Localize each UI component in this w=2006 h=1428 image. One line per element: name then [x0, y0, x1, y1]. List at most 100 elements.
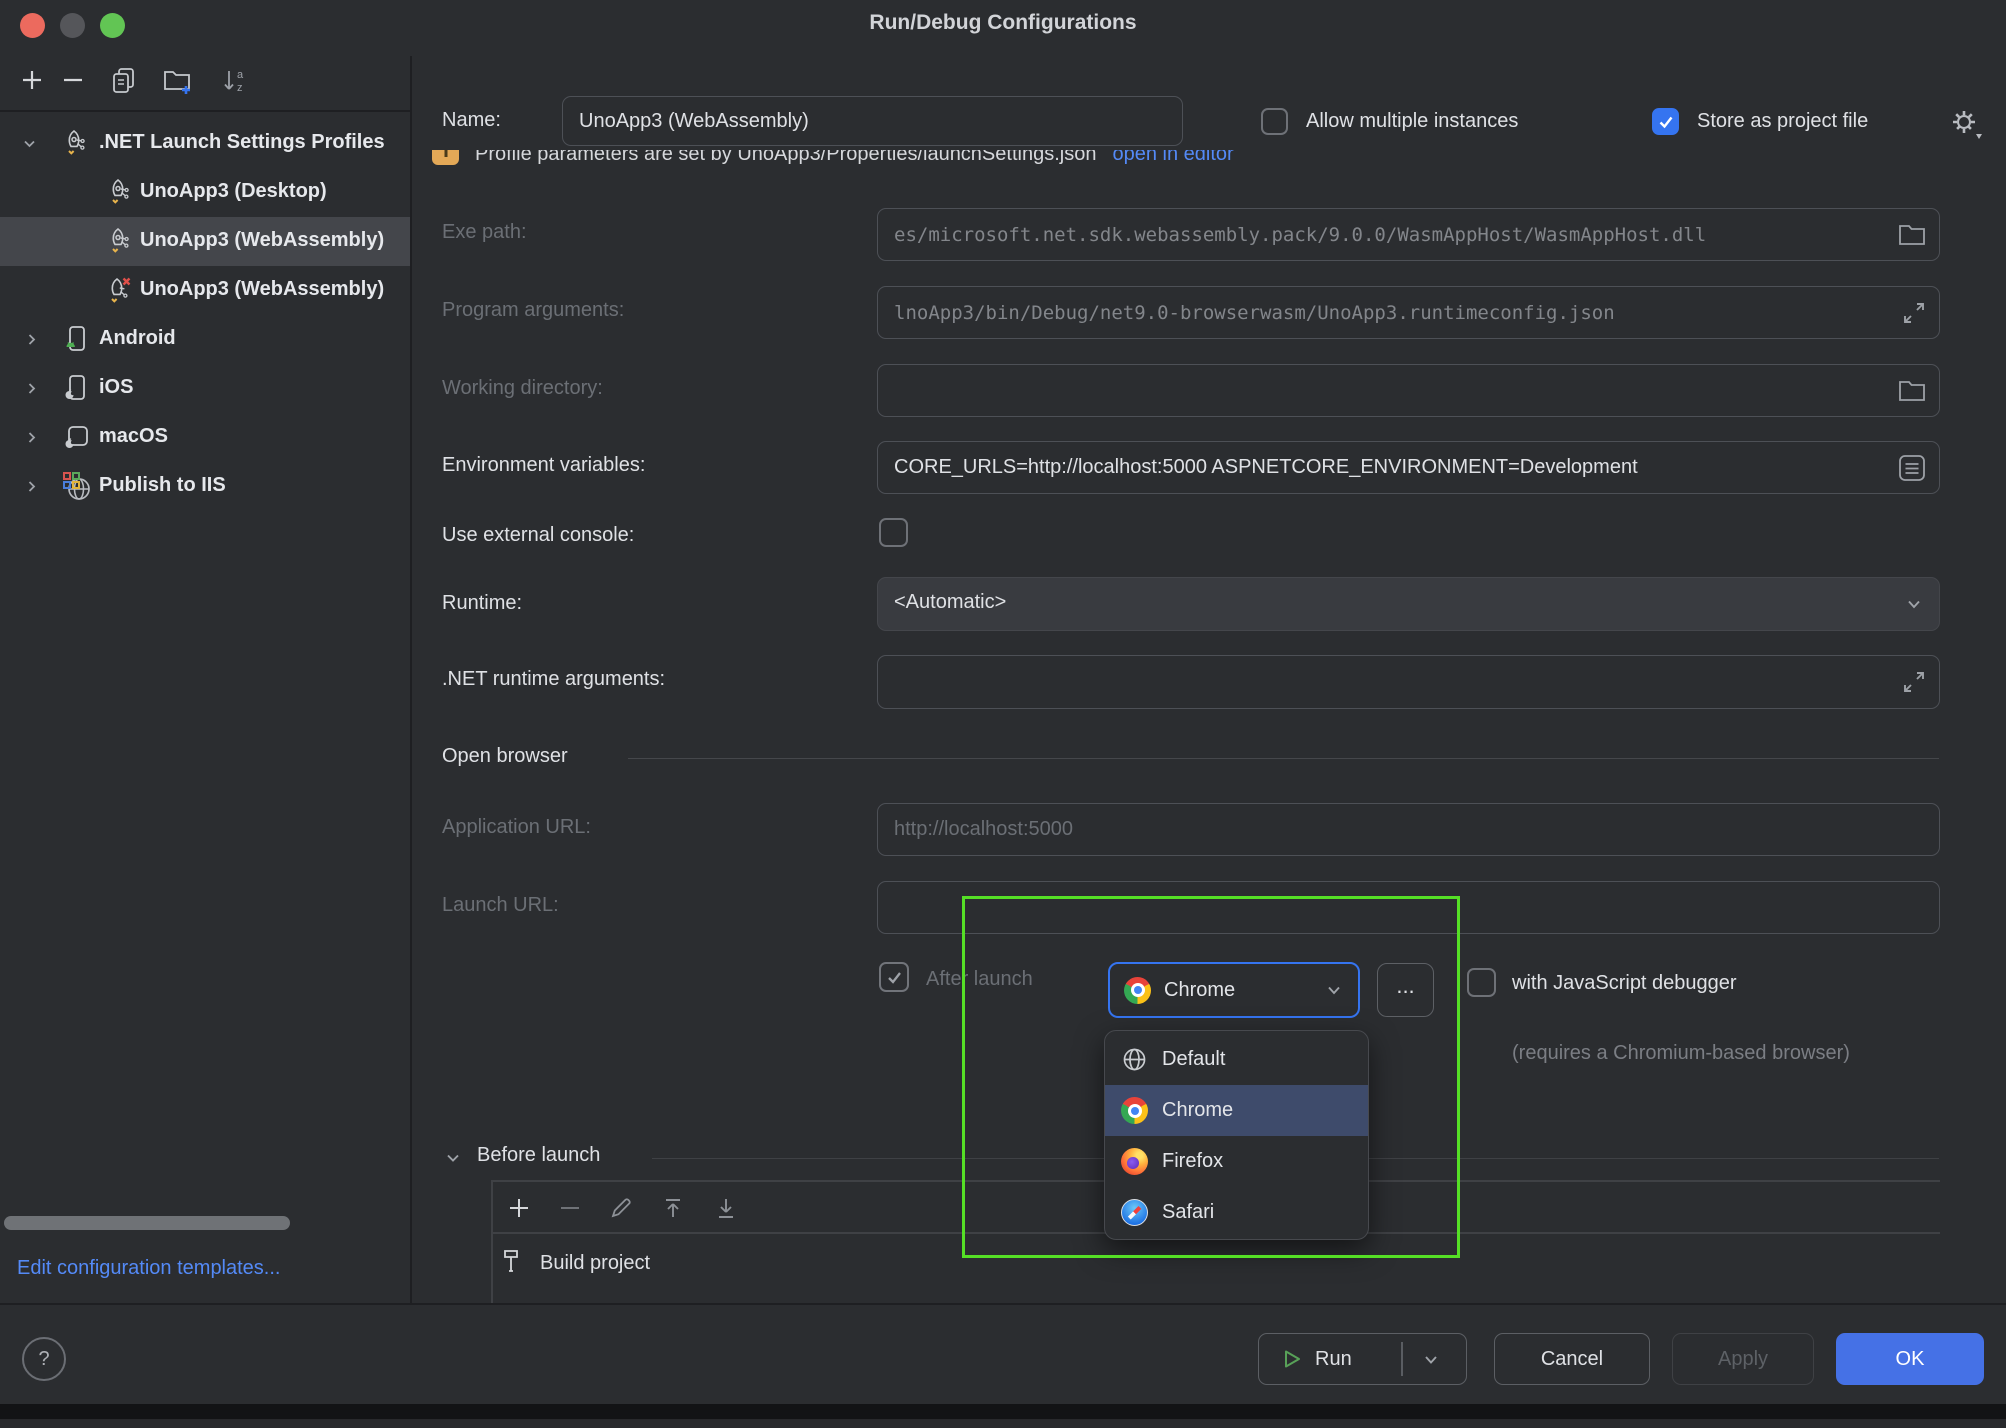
- browser-option-firefox[interactable]: Firefox: [1105, 1136, 1368, 1187]
- tree-item-macos[interactable]: macOS: [0, 413, 410, 462]
- exe-path-input[interactable]: [878, 209, 1939, 260]
- chevron-down-icon: [1325, 981, 1343, 999]
- help-question-icon: ?: [38, 1348, 49, 1371]
- browser-select-value: Chrome: [1164, 979, 1235, 1002]
- before-launch-edit-icon[interactable]: [607, 1194, 635, 1222]
- js-debugger-label: with JavaScript debugger: [1512, 972, 1737, 995]
- tree-item-label: .NET Launch Settings Profiles: [99, 131, 385, 154]
- help-button[interactable]: ?: [22, 1337, 66, 1381]
- tree-item-ios[interactable]: iOS: [0, 364, 410, 413]
- store-as-project-file-checkbox[interactable]: [1652, 108, 1679, 135]
- tree-item-android[interactable]: Android: [0, 315, 410, 364]
- folder-icon[interactable]: [1897, 378, 1927, 404]
- program-arguments-input[interactable]: [878, 287, 1939, 338]
- cancel-button[interactable]: Cancel: [1494, 1333, 1650, 1385]
- expand-field-icon[interactable]: [1901, 669, 1927, 695]
- name-input[interactable]: [563, 97, 1182, 145]
- before-launch-add-icon[interactable]: [505, 1194, 533, 1222]
- warning-icon: [432, 150, 459, 165]
- tree-item-label: Android: [99, 327, 176, 350]
- dialog-title: Run/Debug Configurations: [0, 11, 2006, 35]
- tree-item-label: macOS: [99, 425, 168, 448]
- tree-item-unoapp3-desktop[interactable]: UnoApp3 (Desktop): [0, 168, 410, 217]
- open-browser-section-title: Open browser: [442, 745, 568, 768]
- store-settings-gear-icon[interactable]: [1946, 104, 1984, 142]
- before-launch-chevron-icon[interactable]: [445, 1150, 461, 1166]
- chevron-down-icon[interactable]: [22, 136, 37, 151]
- name-field[interactable]: [562, 96, 1183, 146]
- program-arguments-field[interactable]: [877, 286, 1940, 339]
- window-bottom-edge: [0, 1419, 2006, 1428]
- browser-dropdown-menu: Default Chrome Firefox Safari: [1104, 1030, 1369, 1240]
- chrome-icon: [1124, 977, 1151, 1004]
- edit-configuration-templates-link[interactable]: Edit configuration templates...: [17, 1257, 280, 1280]
- run-split-button[interactable]: Run: [1258, 1333, 1467, 1385]
- copy-configuration-icon[interactable]: [108, 64, 140, 96]
- bottom-bar-divider: [0, 1303, 2006, 1305]
- dotnet-runtime-arguments-field[interactable]: [877, 655, 1940, 709]
- open-in-editor-link[interactable]: open in editor: [1112, 150, 1233, 166]
- sidebar-horizontal-scrollbar[interactable]: [4, 1216, 290, 1230]
- window-bottom-shadow: [0, 1404, 2006, 1419]
- remove-configuration-icon[interactable]: [57, 64, 89, 96]
- after-launch-checkbox[interactable]: [879, 962, 909, 992]
- before-launch-move-down-icon[interactable]: [712, 1194, 740, 1222]
- exe-path-field[interactable]: [877, 208, 1940, 261]
- before-launch-remove-icon[interactable]: [556, 1194, 584, 1222]
- folder-icon[interactable]: [1897, 222, 1927, 248]
- environment-variables-input[interactable]: [878, 442, 1939, 493]
- application-url-field[interactable]: [877, 803, 1940, 856]
- before-launch-move-up-icon[interactable]: [659, 1194, 687, 1222]
- rocket-icon: [102, 225, 134, 257]
- expand-field-icon[interactable]: [1901, 300, 1927, 326]
- tree-item-label: UnoApp3 (WebAssembly): [140, 229, 384, 252]
- browser-more-button[interactable]: ...: [1377, 963, 1434, 1017]
- build-project-label: Build project: [540, 1252, 650, 1275]
- chevron-right-icon[interactable]: [24, 430, 39, 445]
- environment-variables-field[interactable]: [877, 441, 1940, 494]
- launch-url-input[interactable]: [878, 882, 1939, 933]
- tree-item-publish-to-iis[interactable]: Publish to IIS: [0, 462, 410, 511]
- runtime-select[interactable]: <Automatic>: [877, 577, 1940, 631]
- build-project-hammer-icon: [497, 1246, 527, 1276]
- browser-option-label: Chrome: [1162, 1099, 1233, 1122]
- globe-icon: [1121, 1046, 1148, 1073]
- browser-option-chrome[interactable]: Chrome: [1105, 1085, 1368, 1136]
- new-folder-icon[interactable]: [160, 64, 192, 96]
- use-external-console-checkbox[interactable]: [879, 518, 908, 547]
- macos-device-icon: [60, 421, 92, 453]
- browser-select[interactable]: Chrome: [1108, 962, 1360, 1018]
- tree-item-label: iOS: [99, 376, 133, 399]
- tree-item-unoapp3-webassembly-invalid[interactable]: UnoApp3 (WebAssembly): [0, 266, 410, 315]
- chevron-right-icon[interactable]: [24, 479, 39, 494]
- add-configuration-icon[interactable]: [16, 64, 48, 96]
- chevron-right-icon[interactable]: [24, 381, 39, 396]
- chevron-down-icon: [1905, 595, 1923, 613]
- tree-item-dotnet-launch-settings[interactable]: .NET Launch Settings Profiles: [0, 119, 410, 168]
- run-options-chevron-icon[interactable]: [1422, 1351, 1440, 1369]
- application-url-input[interactable]: [878, 804, 1939, 855]
- ok-button[interactable]: OK: [1836, 1333, 1984, 1385]
- browser-option-safari[interactable]: Safari: [1105, 1187, 1368, 1238]
- env-variables-list-icon[interactable]: [1897, 453, 1927, 483]
- launch-url-field[interactable]: [877, 881, 1940, 934]
- application-url-label: Application URL:: [442, 816, 591, 839]
- dotnet-runtime-arguments-input[interactable]: [878, 656, 1939, 708]
- chevron-right-icon[interactable]: [24, 332, 39, 347]
- sort-configurations-icon[interactable]: a z: [218, 64, 250, 96]
- profile-warning-banner: Profile parameters are set by UnoApp3/Pr…: [432, 150, 1692, 184]
- exe-path-label: Exe path:: [442, 221, 527, 244]
- js-debugger-checkbox[interactable]: [1467, 968, 1496, 997]
- allow-multiple-instances-checkbox[interactable]: [1261, 108, 1288, 135]
- ok-button-label: OK: [1896, 1348, 1925, 1371]
- working-directory-field[interactable]: [877, 364, 1940, 417]
- open-browser-section-divider: [628, 758, 1939, 759]
- browser-option-default[interactable]: Default: [1105, 1034, 1368, 1085]
- rocket-icon: [102, 176, 134, 208]
- working-directory-input[interactable]: [878, 365, 1939, 416]
- apply-button[interactable]: Apply: [1672, 1333, 1814, 1385]
- tree-item-label: UnoApp3 (Desktop): [140, 180, 327, 203]
- tree-item-unoapp3-webassembly-selected[interactable]: UnoApp3 (WebAssembly): [0, 217, 410, 266]
- chrome-icon: [1121, 1097, 1148, 1124]
- tree-item-label: UnoApp3 (WebAssembly): [140, 278, 384, 301]
